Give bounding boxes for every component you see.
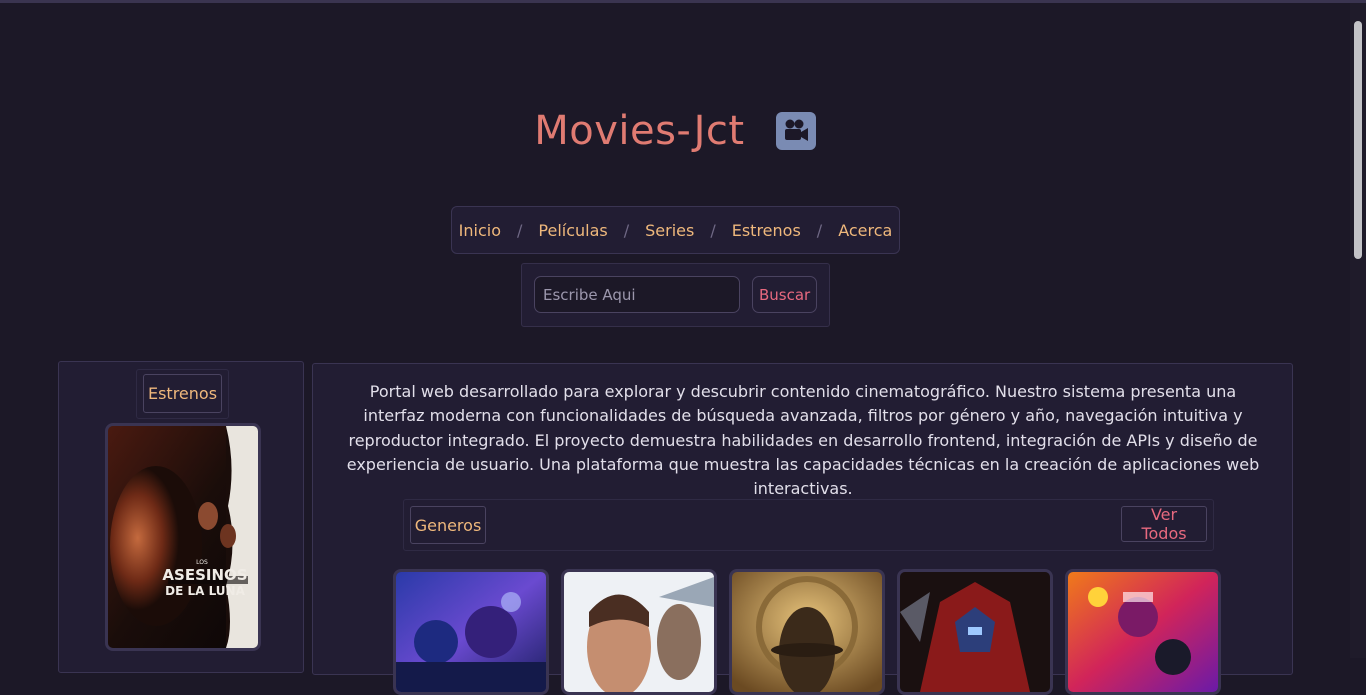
main-panel: Portal web desarrollado para explorar y … xyxy=(312,363,1293,695)
nav-separator: / xyxy=(623,220,630,240)
poster-text-asesinos: ASESINOS xyxy=(162,566,247,584)
movie-camera-icon xyxy=(775,112,816,150)
sidebar-releases: Estrenos LOS ASESINOS DE LA LUNA xyxy=(58,361,304,673)
nav-separator: / xyxy=(710,220,716,240)
genres-label: Generos xyxy=(410,506,486,544)
movie-card[interactable] xyxy=(561,569,717,695)
nav-link-acerca[interactable]: Acerca xyxy=(838,221,892,240)
movie-poster-image xyxy=(396,572,546,692)
site-title: Movies-Jct xyxy=(0,108,1350,154)
nav-separator: / xyxy=(816,220,823,240)
nav-link-estrenos[interactable]: Estrenos xyxy=(732,221,801,240)
poster-text-los: LOS xyxy=(196,559,208,566)
search-form: Buscar xyxy=(521,263,830,327)
see-all-button[interactable]: Ver Todos xyxy=(1121,505,1207,543)
release-poster-image: LOS ASESINOS DE LA LUNA xyxy=(108,426,258,648)
scrollbar-thumb[interactable] xyxy=(1354,21,1362,259)
movie-poster-image xyxy=(1068,572,1218,692)
site-description: Portal web desarrollado para explorar y … xyxy=(346,382,1260,499)
sidebar-heading-wrapper: Estrenos xyxy=(136,369,229,419)
search-button[interactable]: Buscar xyxy=(752,276,817,313)
sidebar-heading: Estrenos xyxy=(143,374,222,413)
scrollbar[interactable] xyxy=(1350,3,1366,658)
movie-card[interactable] xyxy=(1065,569,1221,695)
nav-link-inicio[interactable]: Inicio xyxy=(459,221,501,240)
movie-card[interactable] xyxy=(729,569,885,695)
release-poster[interactable]: LOS ASESINOS DE LA LUNA xyxy=(105,423,261,651)
site-title-text: Movies-Jct xyxy=(534,108,745,154)
nav-link-peliculas[interactable]: Películas xyxy=(538,221,607,240)
movie-poster-image xyxy=(900,572,1050,692)
poster-text-de-la-luna: DE LA LUNA xyxy=(165,584,245,598)
breadcrumb-nav: Inicio / Películas / Series / Estrenos /… xyxy=(451,206,900,254)
movie-poster-image xyxy=(564,572,714,692)
top-border xyxy=(0,0,1366,3)
nav-separator: / xyxy=(517,220,523,240)
genres-bar: Generos Ver Todos xyxy=(403,499,1214,551)
search-input[interactable] xyxy=(534,276,740,313)
nav-link-series[interactable]: Series xyxy=(645,221,694,240)
movie-card[interactable] xyxy=(897,569,1053,695)
movie-card[interactable] xyxy=(393,569,549,695)
movie-poster-image xyxy=(732,572,882,692)
